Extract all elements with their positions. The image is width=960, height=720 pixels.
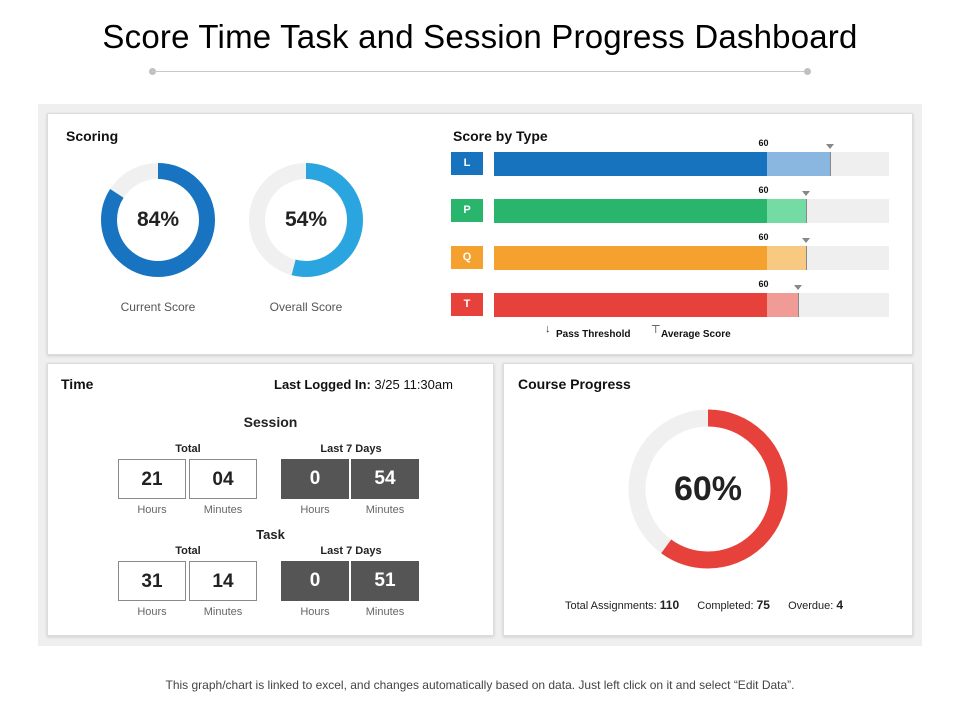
score-by-type-title: Score by Type xyxy=(453,128,548,144)
type-bar-average-q[interactable] xyxy=(766,246,807,270)
average-score-pointer-l xyxy=(825,144,834,149)
overall-score-label: Overall Score xyxy=(269,300,343,314)
course-progress-card: Course Progress 60% Total Assignments: 1… xyxy=(503,363,913,636)
task-last7-hours-unit: Hours xyxy=(300,606,330,618)
type-badge-l: L xyxy=(451,152,483,175)
course-progress-title: Course Progress xyxy=(518,376,631,392)
session-heading: Session xyxy=(243,414,298,430)
task-total-minutes: 14 xyxy=(189,561,257,601)
session-last7-hours: 0 xyxy=(281,459,349,499)
average-score-pointer-p xyxy=(802,191,811,196)
pass-threshold-label-l: 60 xyxy=(758,138,769,148)
time-title: Time xyxy=(61,376,94,392)
task-total-hours-unit: Hours xyxy=(137,606,167,618)
session-last7-minutes: 54 xyxy=(351,459,419,499)
session-last7-label: Last 7 Days xyxy=(320,443,382,455)
title-rule-right-dot xyxy=(804,68,811,75)
type-badge-q: Q xyxy=(451,246,483,269)
average-score-marker-t xyxy=(798,293,800,317)
task-last7-minutes-unit: Minutes xyxy=(365,606,405,618)
task-last7-minutes: 51 xyxy=(351,561,419,601)
completed-value: 75 xyxy=(756,598,770,612)
session-total-hours-unit: Hours xyxy=(137,504,167,516)
type-bar-average-l[interactable] xyxy=(766,152,830,176)
task-last7-hours: 0 xyxy=(281,561,349,601)
type-bar-average-t[interactable] xyxy=(766,293,799,317)
task-heading: Task xyxy=(256,527,285,542)
current-score-donut[interactable]: 84% xyxy=(100,162,216,278)
task-total-label: Total xyxy=(175,545,201,557)
pass-threshold-legend-icon: ↓ xyxy=(545,323,551,335)
type-bar-average-p[interactable] xyxy=(766,199,807,223)
average-score-marker-q xyxy=(806,246,808,270)
title-divider xyxy=(152,71,808,72)
course-progress-value: 60% xyxy=(673,470,743,508)
type-badge-p: P xyxy=(451,199,483,222)
type-bar-track-t xyxy=(494,293,889,317)
session-last7-minutes-unit: Minutes xyxy=(365,504,405,516)
time-card: Time Last Logged In: 3/25 11:30am Sessio… xyxy=(47,363,494,636)
type-bar-track-l xyxy=(494,152,889,176)
session-last7-hours-unit: Hours xyxy=(300,504,330,516)
type-badge-t: T xyxy=(451,293,483,316)
course-progress-donut[interactable]: 60% xyxy=(628,409,788,569)
last-logged-in: Last Logged In: 3/25 11:30am xyxy=(274,377,453,392)
pass-threshold-legend: Pass Threshold xyxy=(556,329,631,340)
task-last7-label: Last 7 Days xyxy=(320,545,382,557)
overall-score-value: 54% xyxy=(284,208,328,231)
total-assignments-label: Total Assignments: xyxy=(565,600,657,612)
scoring-card: Scoring 84% Current Score 54% Overall Sc… xyxy=(47,113,913,355)
scoring-title: Scoring xyxy=(66,128,119,144)
total-assignments-value: 110 xyxy=(659,598,680,612)
average-score-pointer-q xyxy=(802,238,811,243)
dashboard-frame: Scoring 84% Current Score 54% Overall Sc… xyxy=(38,104,922,646)
type-bar-track-p xyxy=(494,199,889,223)
average-score-marker-p xyxy=(806,199,808,223)
type-bar-score-t[interactable] xyxy=(494,293,767,317)
type-bar-track-q xyxy=(494,246,889,270)
type-bar-score-p[interactable] xyxy=(494,199,767,223)
current-score-value: 84% xyxy=(136,208,180,231)
current-score-label: Current Score xyxy=(120,300,196,314)
average-score-marker-l xyxy=(829,152,831,176)
average-score-pointer-t xyxy=(794,285,803,290)
session-total-minutes: 04 xyxy=(189,459,257,499)
type-bar-score-l[interactable] xyxy=(494,152,767,176)
pass-threshold-label-t: 60 xyxy=(758,279,769,289)
page-title: Score Time Task and Session Progress Das… xyxy=(102,18,858,55)
footer-note: This graph/chart is linked to excel, and… xyxy=(165,678,795,692)
last-logged-in-label: Last Logged In: xyxy=(274,377,371,392)
average-score-legend-icon: ⊤ xyxy=(651,324,661,336)
session-total-hours: 21 xyxy=(118,459,186,499)
type-bar-score-q[interactable] xyxy=(494,246,767,270)
session-total-label: Total xyxy=(175,443,201,455)
average-score-legend: Average Score xyxy=(661,329,731,340)
assignment-stats: Total Assignments: 110 Completed: 75 Ove… xyxy=(565,598,843,612)
session-total-minutes-unit: Minutes xyxy=(203,504,243,516)
overall-score-donut[interactable]: 54% xyxy=(248,162,364,278)
task-total-minutes-unit: Minutes xyxy=(203,606,243,618)
pass-threshold-label-q: 60 xyxy=(758,232,769,242)
overdue-value: 4 xyxy=(836,598,844,612)
last-logged-in-value: 3/25 11:30am xyxy=(374,377,453,392)
completed-label: Completed: xyxy=(697,600,754,612)
overdue-label: Overdue: xyxy=(788,600,834,612)
pass-threshold-label-p: 60 xyxy=(758,185,769,195)
task-total-hours: 31 xyxy=(118,561,186,601)
